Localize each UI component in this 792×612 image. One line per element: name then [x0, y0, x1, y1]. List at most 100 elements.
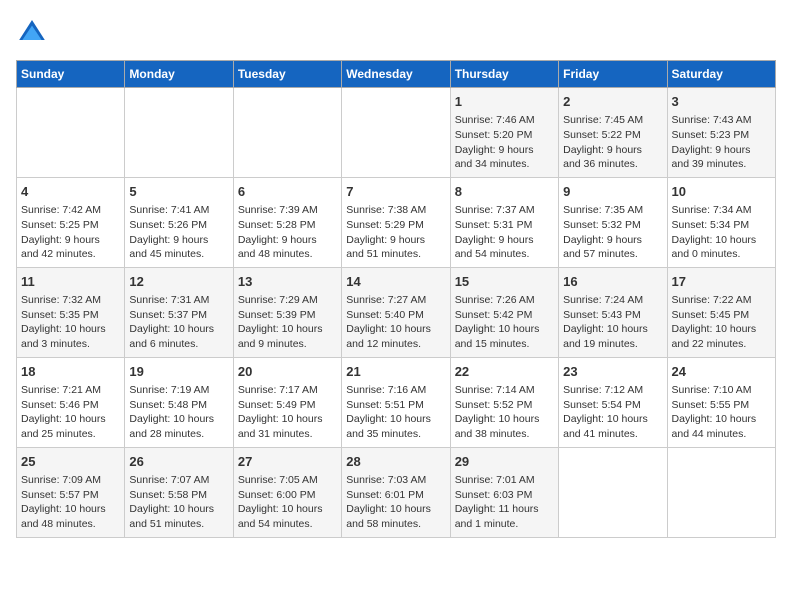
- day-info: Sunrise: 7:26 AM Sunset: 5:42 PM Dayligh…: [455, 294, 540, 350]
- day-number: 3: [672, 93, 771, 111]
- calendar-day-cell: 27Sunrise: 7:05 AM Sunset: 6:00 PM Dayli…: [233, 447, 341, 537]
- calendar-day-cell: 18 Sunrise: 7:21 AM Sunset: 5:46 PM Dayli…: [17, 357, 125, 447]
- weekday-header-cell: Sunday: [17, 61, 125, 88]
- day-info: Sunrise: 7:22 AM Sunset: 5:45 PM Dayligh…: [672, 294, 757, 350]
- day-number: 23: [563, 363, 662, 381]
- calendar-day-cell: 26 Sunrise: 7:07 AM Sunset: 5:58 PM Dayli…: [125, 447, 233, 537]
- weekday-header-cell: Wednesday: [342, 61, 450, 88]
- weekday-header-cell: Monday: [125, 61, 233, 88]
- calendar-week-row: 25 Sunrise: 7:09 AM Sunset: 5:57 PM Dayli…: [17, 447, 776, 537]
- day-number: 1: [455, 93, 554, 111]
- day-number: 14: [346, 273, 445, 291]
- day-info: Sunrise: 7:14 AM Sunset: 5:52 PM Dayligh…: [455, 384, 540, 440]
- day-info: Sunrise: 7:17 AM Sunset: 5:49 PM Dayligh…: [238, 384, 323, 440]
- calendar-day-cell: 5 Sunrise: 7:41 AM Sunset: 5:26 PM Daylig…: [125, 177, 233, 267]
- day-info: Sunrise: 7:31 AM Sunset: 5:37 PM Dayligh…: [129, 294, 214, 350]
- calendar-day-cell: 25 Sunrise: 7:09 AM Sunset: 5:57 PM Dayli…: [17, 447, 125, 537]
- calendar-day-cell: 14 Sunrise: 7:27 AM Sunset: 5:40 PM Dayli…: [342, 267, 450, 357]
- day-info: Sunrise: 7:21 AM Sunset: 5:46 PM Dayligh…: [21, 384, 106, 440]
- day-info: Sunrise: 7:39 AM Sunset: 5:28 PM Dayligh…: [238, 204, 318, 260]
- day-number: 15: [455, 273, 554, 291]
- day-number: 6: [238, 183, 337, 201]
- calendar-day-cell: 9Sunrise: 7:35 AM Sunset: 5:32 PM Daylig…: [559, 177, 667, 267]
- calendar-day-cell: 24Sunrise: 7:10 AM Sunset: 5:55 PM Dayli…: [667, 357, 775, 447]
- calendar-week-row: 18 Sunrise: 7:21 AM Sunset: 5:46 PM Dayli…: [17, 357, 776, 447]
- weekday-header-cell: Saturday: [667, 61, 775, 88]
- day-number: 25: [21, 453, 120, 471]
- calendar-day-cell: 4 Sunrise: 7:42 AM Sunset: 5:25 PM Daylig…: [17, 177, 125, 267]
- calendar-day-cell: [667, 447, 775, 537]
- day-number: 18: [21, 363, 120, 381]
- calendar-day-cell: 16Sunrise: 7:24 AM Sunset: 5:43 PM Dayli…: [559, 267, 667, 357]
- calendar-day-cell: 19 Sunrise: 7:19 AM Sunset: 5:48 PM Dayli…: [125, 357, 233, 447]
- calendar-day-cell: 1 Sunrise: 7:46 AM Sunset: 5:20 PM Daylig…: [450, 88, 558, 178]
- calendar-day-cell: 11 Sunrise: 7:32 AM Sunset: 5:35 PM Dayli…: [17, 267, 125, 357]
- day-info: Sunrise: 7:05 AM Sunset: 6:00 PM Dayligh…: [238, 474, 323, 530]
- day-number: 10: [672, 183, 771, 201]
- calendar-day-cell: 17 Sunrise: 7:22 AM Sunset: 5:45 PM Dayli…: [667, 267, 775, 357]
- day-info: Sunrise: 7:45 AM Sunset: 5:22 PM Dayligh…: [563, 114, 643, 170]
- calendar-day-cell: [233, 88, 341, 178]
- weekday-header-row: SundayMondayTuesdayWednesdayThursdayFrid…: [17, 61, 776, 88]
- calendar-day-cell: [125, 88, 233, 178]
- calendar-day-cell: 15 Sunrise: 7:26 AM Sunset: 5:42 PM Dayli…: [450, 267, 558, 357]
- calendar-day-cell: 29Sunrise: 7:01 AM Sunset: 6:03 PM Dayli…: [450, 447, 558, 537]
- day-info: Sunrise: 7:37 AM Sunset: 5:31 PM Dayligh…: [455, 204, 535, 260]
- weekday-header-cell: Thursday: [450, 61, 558, 88]
- day-info: Sunrise: 7:01 AM Sunset: 6:03 PM Dayligh…: [455, 474, 539, 530]
- day-number: 17: [672, 273, 771, 291]
- calendar-day-cell: [559, 447, 667, 537]
- weekday-header-cell: Friday: [559, 61, 667, 88]
- day-number: 26: [129, 453, 228, 471]
- day-info: Sunrise: 7:19 AM Sunset: 5:48 PM Dayligh…: [129, 384, 214, 440]
- day-info: Sunrise: 7:07 AM Sunset: 5:58 PM Dayligh…: [129, 474, 214, 530]
- day-number: 22: [455, 363, 554, 381]
- calendar-day-cell: 13 Sunrise: 7:29 AM Sunset: 5:39 PM Dayli…: [233, 267, 341, 357]
- calendar-day-cell: 12Sunrise: 7:31 AM Sunset: 5:37 PM Dayli…: [125, 267, 233, 357]
- day-number: 13: [238, 273, 337, 291]
- weekday-header-cell: Tuesday: [233, 61, 341, 88]
- calendar-table: SundayMondayTuesdayWednesdayThursdayFrid…: [16, 60, 776, 538]
- day-info: Sunrise: 7:46 AM Sunset: 5:20 PM Dayligh…: [455, 114, 535, 170]
- day-info: Sunrise: 7:43 AM Sunset: 5:23 PM Dayligh…: [672, 114, 752, 170]
- day-number: 21: [346, 363, 445, 381]
- day-number: 24: [672, 363, 771, 381]
- day-info: Sunrise: 7:38 AM Sunset: 5:29 PM Dayligh…: [346, 204, 426, 260]
- day-number: 19: [129, 363, 228, 381]
- day-number: 8: [455, 183, 554, 201]
- calendar-day-cell: 28 Sunrise: 7:03 AM Sunset: 6:01 PM Dayli…: [342, 447, 450, 537]
- day-info: Sunrise: 7:41 AM Sunset: 5:26 PM Dayligh…: [129, 204, 209, 260]
- day-info: Sunrise: 7:35 AM Sunset: 5:32 PM Dayligh…: [563, 204, 643, 260]
- calendar-body: 1 Sunrise: 7:46 AM Sunset: 5:20 PM Daylig…: [17, 88, 776, 538]
- calendar-day-cell: 20Sunrise: 7:17 AM Sunset: 5:49 PM Dayli…: [233, 357, 341, 447]
- calendar-week-row: 4 Sunrise: 7:42 AM Sunset: 5:25 PM Daylig…: [17, 177, 776, 267]
- calendar-day-cell: 23 Sunrise: 7:12 AM Sunset: 5:54 PM Dayli…: [559, 357, 667, 447]
- calendar-day-cell: [342, 88, 450, 178]
- day-info: Sunrise: 7:24 AM Sunset: 5:43 PM Dayligh…: [563, 294, 648, 350]
- day-number: 5: [129, 183, 228, 201]
- day-info: Sunrise: 7:16 AM Sunset: 5:51 PM Dayligh…: [346, 384, 431, 440]
- logo-icon: [16, 16, 48, 48]
- day-info: Sunrise: 7:42 AM Sunset: 5:25 PM Dayligh…: [21, 204, 101, 260]
- day-info: Sunrise: 7:29 AM Sunset: 5:39 PM Dayligh…: [238, 294, 323, 350]
- day-info: Sunrise: 7:12 AM Sunset: 5:54 PM Dayligh…: [563, 384, 648, 440]
- calendar-day-cell: [17, 88, 125, 178]
- day-info: Sunrise: 7:27 AM Sunset: 5:40 PM Dayligh…: [346, 294, 431, 350]
- day-number: 11: [21, 273, 120, 291]
- day-info: Sunrise: 7:03 AM Sunset: 6:01 PM Dayligh…: [346, 474, 431, 530]
- day-info: Sunrise: 7:09 AM Sunset: 5:57 PM Dayligh…: [21, 474, 106, 530]
- calendar-day-cell: 2 Sunrise: 7:45 AM Sunset: 5:22 PM Daylig…: [559, 88, 667, 178]
- calendar-day-cell: 22 Sunrise: 7:14 AM Sunset: 5:52 PM Dayli…: [450, 357, 558, 447]
- calendar-day-cell: 6 Sunrise: 7:39 AM Sunset: 5:28 PM Daylig…: [233, 177, 341, 267]
- day-number: 28: [346, 453, 445, 471]
- day-info: Sunrise: 7:34 AM Sunset: 5:34 PM Dayligh…: [672, 204, 757, 260]
- day-info: Sunrise: 7:32 AM Sunset: 5:35 PM Dayligh…: [21, 294, 106, 350]
- calendar-day-cell: 10 Sunrise: 7:34 AM Sunset: 5:34 PM Dayli…: [667, 177, 775, 267]
- day-number: 2: [563, 93, 662, 111]
- day-number: 4: [21, 183, 120, 201]
- calendar-day-cell: 3 Sunrise: 7:43 AM Sunset: 5:23 PM Daylig…: [667, 88, 775, 178]
- calendar-day-cell: 7Sunrise: 7:38 AM Sunset: 5:29 PM Daylig…: [342, 177, 450, 267]
- calendar-week-row: 11 Sunrise: 7:32 AM Sunset: 5:35 PM Dayli…: [17, 267, 776, 357]
- logo: [16, 16, 52, 48]
- calendar-day-cell: 8 Sunrise: 7:37 AM Sunset: 5:31 PM Daylig…: [450, 177, 558, 267]
